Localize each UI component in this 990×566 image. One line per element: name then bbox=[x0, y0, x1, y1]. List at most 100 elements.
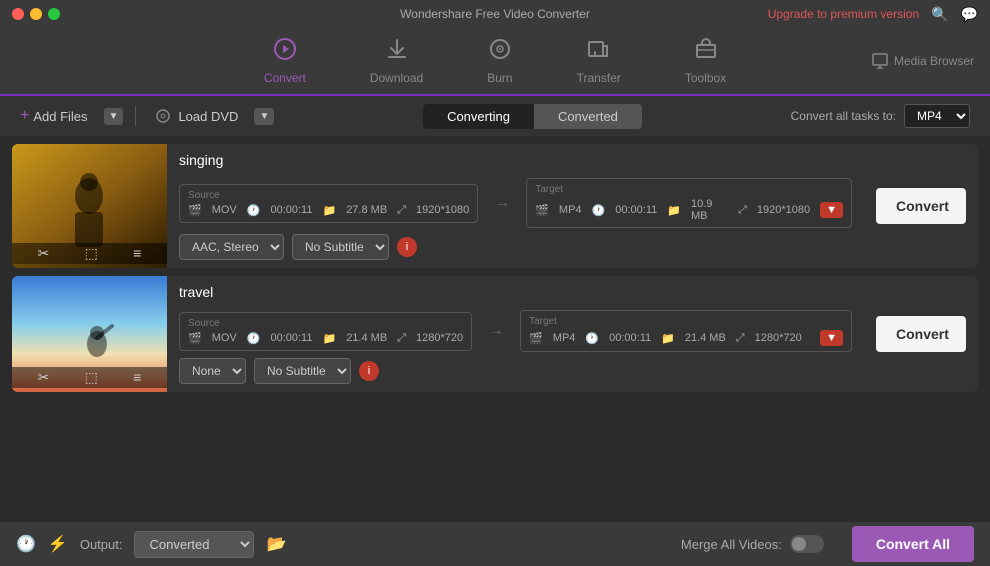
travel-format-dropdown[interactable]: ▼ bbox=[820, 330, 843, 346]
singing-source-size: 27.8 MB bbox=[346, 204, 387, 216]
title-bar: Wondershare Free Video Converter Upgrade… bbox=[0, 0, 990, 28]
search-icon[interactable]: 🔍 bbox=[931, 6, 948, 23]
singing-format-dropdown[interactable]: ▼ bbox=[820, 202, 843, 218]
history-icon[interactable]: 🕐 bbox=[16, 534, 36, 554]
bottom-bar: 🕐 ⚡ Output: Converted 📂 Merge All Videos… bbox=[0, 522, 990, 566]
thumbnail-tools-travel: ✂ ⬚ ≡ bbox=[12, 367, 167, 388]
transfer-nav-icon bbox=[587, 37, 611, 67]
singing-audio-select[interactable]: AAC, Stereo bbox=[179, 234, 284, 260]
singing-source-format: MOV bbox=[212, 204, 237, 216]
scissors-icon[interactable]: ✂ bbox=[38, 245, 50, 262]
toggle-knob bbox=[792, 537, 806, 551]
nav-transfer[interactable]: Transfer bbox=[565, 29, 633, 93]
toolbar-divider bbox=[135, 106, 136, 126]
tab-converted[interactable]: Converted bbox=[534, 104, 642, 129]
toolbar: + Add Files ▼ Load DVD ▼ Converting Conv… bbox=[0, 96, 990, 136]
title-bar-right: Upgrade to premium version 🔍 💬 bbox=[768, 6, 978, 23]
merge-label: Merge All Videos: bbox=[681, 537, 782, 552]
add-files-label: Add Files bbox=[33, 109, 87, 124]
convert-arrow-2: → bbox=[480, 322, 512, 340]
load-dvd-label: Load DVD bbox=[178, 109, 238, 124]
travel-target-duration: 00:00:11 bbox=[609, 332, 651, 344]
close-button[interactable] bbox=[12, 8, 24, 20]
merge-toggle[interactable] bbox=[790, 535, 824, 553]
file-card-travel: ✂ ⬚ ≡ travel Source 🎬 MOV 🕐 00:00:11 bbox=[12, 276, 978, 392]
singing-audio-subtitle-row: AAC, Stereo No Subtitle i bbox=[179, 234, 852, 260]
nav-download[interactable]: Download bbox=[358, 29, 435, 93]
singing-target-box: Target 🎬 MP4 🕐 00:00:11 📁 10.9 MB ⤢ 1920… bbox=[526, 178, 852, 228]
settings-icon[interactable]: ≡ bbox=[133, 245, 141, 262]
travel-target-box: Target 🎬 MP4 🕐 00:00:11 📁 21.4 MB ⤢ 1280… bbox=[520, 310, 852, 352]
app-title: Wondershare Free Video Converter bbox=[400, 7, 590, 21]
singing-source-duration-icon: 🕐 bbox=[247, 204, 261, 217]
convert-arrow-1: → bbox=[486, 194, 518, 212]
travel-audio-select[interactable]: None bbox=[179, 358, 246, 384]
speed-icon[interactable]: ⚡ bbox=[48, 534, 68, 554]
travel-source-duration: 00:00:11 bbox=[270, 332, 312, 344]
travel-source-size-icon: 📁 bbox=[322, 332, 336, 345]
output-label: Output: bbox=[80, 537, 123, 552]
travel-target-resolution: 1280*720 bbox=[755, 332, 802, 344]
tab-group: Converting Converted bbox=[423, 104, 642, 129]
nav-convert[interactable]: Convert bbox=[252, 29, 318, 93]
singing-target-size: 10.9 MB bbox=[691, 198, 728, 222]
load-dvd-button[interactable]: Load DVD bbox=[148, 105, 246, 128]
singing-source-box: Source 🎬 MOV 🕐 00:00:11 📁 27.8 MB ⤢ 1920… bbox=[179, 184, 478, 223]
traffic-lights bbox=[12, 8, 60, 20]
burn-nav-icon bbox=[488, 37, 512, 67]
nav-toolbox[interactable]: Toolbox bbox=[673, 29, 738, 93]
travel-source-res-icon: ⤢ bbox=[397, 332, 406, 345]
travel-convert-button[interactable]: Convert bbox=[876, 316, 966, 352]
travel-subtitle-select[interactable]: No Subtitle bbox=[254, 358, 351, 384]
nav-toolbox-label: Toolbox bbox=[685, 71, 726, 85]
open-folder-button[interactable]: 📂 bbox=[266, 534, 286, 554]
thumbnail-tools-singing: ✂ ⬚ ≡ bbox=[12, 243, 167, 264]
travel-source-duration-icon: 🕐 bbox=[247, 332, 261, 345]
upgrade-link[interactable]: Upgrade to premium version bbox=[768, 7, 919, 21]
thumbnail-singing: ✂ ⬚ ≡ bbox=[12, 144, 167, 268]
singing-target-duration: 00:00:11 bbox=[615, 204, 657, 216]
singing-source-label: Source bbox=[188, 190, 469, 201]
singing-target-resolution: 1920*1080 bbox=[757, 204, 810, 216]
output-path-select[interactable]: Converted bbox=[134, 531, 254, 558]
travel-source-size: 21.4 MB bbox=[346, 332, 387, 344]
crop-icon-2[interactable]: ⬚ bbox=[85, 369, 98, 386]
singing-subtitle-select[interactable]: No Subtitle bbox=[292, 234, 389, 260]
merge-section: Merge All Videos: bbox=[681, 535, 824, 553]
crop-icon[interactable]: ⬚ bbox=[85, 245, 98, 262]
maximize-button[interactable] bbox=[48, 8, 60, 20]
convert-all-section: Convert all tasks to: MP4 MOV AVI MKV bbox=[791, 104, 970, 128]
add-files-dropdown[interactable]: ▼ bbox=[104, 108, 124, 125]
download-nav-icon bbox=[385, 37, 409, 67]
singing-source-resolution: 1920*1080 bbox=[416, 204, 469, 216]
add-files-button[interactable]: + Add Files bbox=[12, 103, 96, 129]
singing-card-inner: singing Source 🎬 MOV 🕐 00:00:11 📁 27.8 M… bbox=[167, 144, 978, 268]
singing-target-size-icon: 📁 bbox=[667, 204, 681, 217]
travel-info-row: travel Source 🎬 MOV 🕐 00:00:11 📁 21.4 MB… bbox=[179, 284, 852, 384]
singing-source-format-icon: 🎬 bbox=[188, 204, 202, 217]
singing-target-meta: 🎬 MP4 🕐 00:00:11 📁 10.9 MB ⤢ 1920*1080 ▼ bbox=[535, 198, 843, 222]
singing-convert-button[interactable]: Convert bbox=[876, 188, 966, 224]
travel-source-box: Source 🎬 MOV 🕐 00:00:11 📁 21.4 MB ⤢ 1280… bbox=[179, 312, 472, 351]
format-select[interactable]: MP4 MOV AVI MKV bbox=[904, 104, 970, 128]
convert-all-button[interactable]: Convert All bbox=[852, 526, 974, 562]
message-icon[interactable]: 💬 bbox=[961, 6, 978, 23]
minimize-button[interactable] bbox=[30, 8, 42, 20]
settings-icon-2[interactable]: ≡ bbox=[133, 369, 141, 386]
singing-info-button[interactable]: i bbox=[397, 237, 417, 257]
media-browser-btn[interactable]: Media Browser bbox=[872, 53, 974, 69]
load-dvd-dropdown[interactable]: ▼ bbox=[254, 108, 274, 125]
travel-target-size-icon: 📁 bbox=[661, 332, 675, 345]
singing-target-format-icon: 🎬 bbox=[535, 204, 549, 217]
plus-icon: + bbox=[20, 107, 29, 125]
nav-burn[interactable]: Burn bbox=[475, 29, 524, 93]
travel-source-target-row: Source 🎬 MOV 🕐 00:00:11 📁 21.4 MB ⤢ 1280… bbox=[179, 310, 852, 352]
travel-info-button[interactable]: i bbox=[359, 361, 379, 381]
travel-source-format: MOV bbox=[212, 332, 237, 344]
tab-converting[interactable]: Converting bbox=[423, 104, 534, 129]
travel-target-format: MP4 bbox=[553, 332, 576, 344]
toolbox-nav-icon bbox=[694, 37, 718, 67]
singing-info-row: singing Source 🎬 MOV 🕐 00:00:11 📁 27.8 M… bbox=[179, 152, 852, 260]
travel-source-meta: 🎬 MOV 🕐 00:00:11 📁 21.4 MB ⤢ 1280*720 bbox=[188, 332, 463, 345]
scissors-icon-2[interactable]: ✂ bbox=[38, 369, 50, 386]
